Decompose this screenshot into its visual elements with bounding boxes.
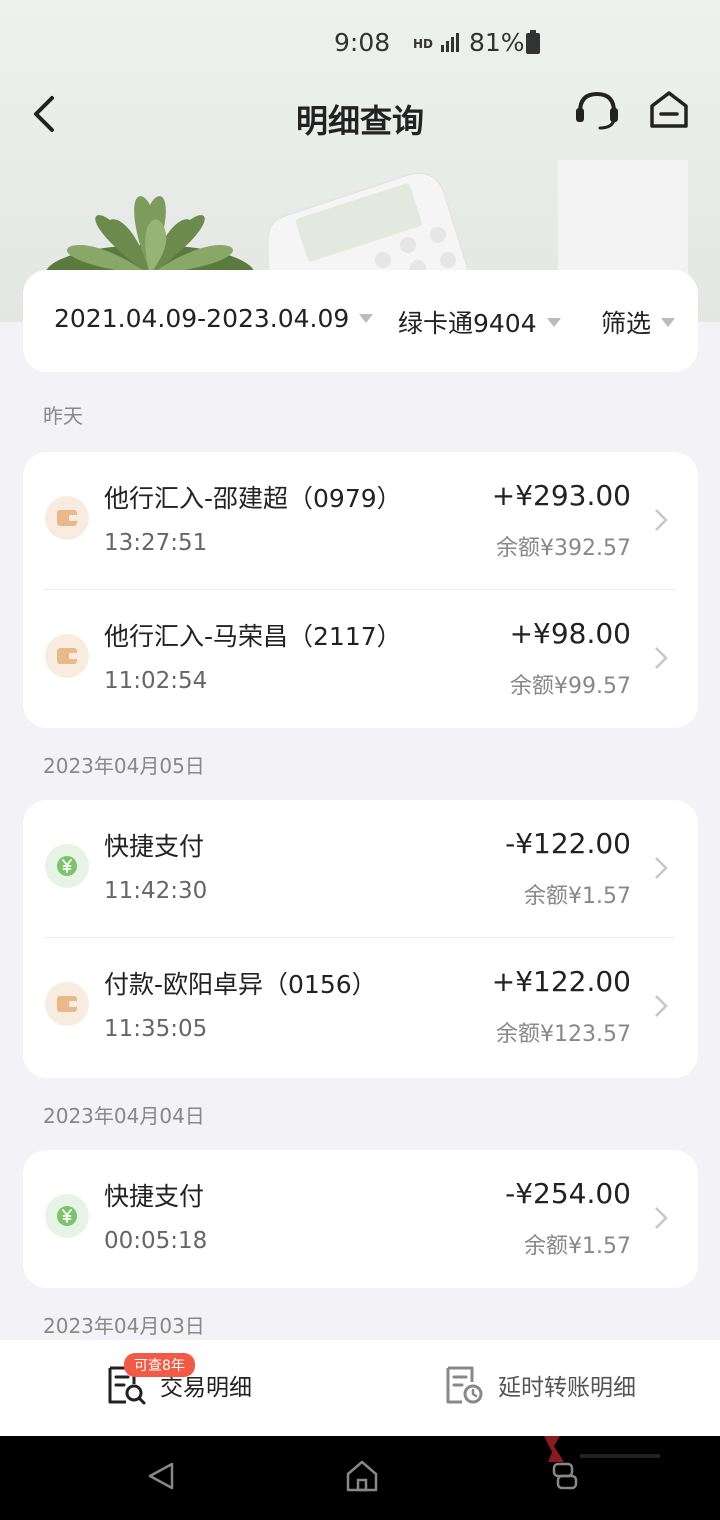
transaction-amount: +¥293.00 (491, 479, 631, 512)
wallet-icon (45, 634, 89, 678)
section-date-label: 2023年04月04日 (43, 1104, 205, 1128)
transaction-title: 他行汇入-马荣昌（2117） (104, 622, 402, 651)
wallet-icon (45, 982, 89, 1026)
transaction-row[interactable]: 他行汇入-马荣昌（2117） 11:02:54 +¥98.00 余额¥99.57 (23, 590, 698, 728)
status-bar: 9:08 HD 81% (0, 0, 720, 86)
bottom-tab-bar: 交易明细 可查8年 延时转账明细 (0, 1340, 720, 1436)
transaction-title: 快捷支付 (104, 832, 205, 861)
transaction-group: 他行汇入-邵建超（0979） 13:27:51 +¥293.00 余额¥392.… (23, 452, 698, 728)
transaction-group: 快捷支付 11:42:30 -¥122.00 余额¥1.57 付款-欧阳卓异（0… (23, 800, 698, 1078)
signal-icon (441, 33, 459, 52)
dropdown-arrow-icon (546, 317, 561, 327)
chevron-right-icon (655, 1207, 668, 1229)
filter-dropdown[interactable]: 筛选 (601, 304, 676, 340)
watermark-logo (544, 1436, 660, 1462)
yuan-icon (45, 844, 89, 888)
date-range-value: 2021.04.09-2023.04.09 (54, 304, 350, 333)
date-range-dropdown[interactable]: 2021.04.09-2023.04.09 (54, 304, 374, 333)
transaction-title: 付款-欧阳卓异（0156） (104, 970, 377, 999)
chevron-right-icon (655, 995, 668, 1017)
back-triangle-icon[interactable] (144, 1458, 180, 1494)
transaction-amount: -¥254.00 (505, 1177, 631, 1210)
plant-image (45, 196, 255, 285)
transaction-amount: +¥122.00 (491, 965, 631, 998)
chevron-right-icon (655, 509, 668, 531)
transaction-time: 11:02:54 (104, 668, 208, 694)
transaction-balance: 余额¥1.57 (524, 1234, 631, 1259)
home-icon[interactable] (646, 88, 692, 132)
transaction-title: 快捷支付 (104, 1182, 205, 1211)
transaction-row[interactable]: 快捷支付 00:05:18 -¥254.00 余额¥1.57 (23, 1150, 698, 1288)
battery-percent: 81% (469, 28, 525, 57)
transaction-group: 快捷支付 00:05:18 -¥254.00 余额¥1.57 (23, 1150, 698, 1288)
transaction-time: 11:42:30 (104, 878, 208, 904)
transaction-time: 11:35:05 (104, 1016, 208, 1042)
wallet-icon (45, 496, 89, 540)
filter-label: 筛选 (601, 309, 652, 338)
chevron-right-icon (655, 647, 668, 669)
receipt-clock-icon (446, 1366, 483, 1404)
transaction-row[interactable]: 他行汇入-邵建超（0979） 13:27:51 +¥293.00 余额¥392.… (23, 452, 698, 590)
transaction-balance: 余额¥1.57 (524, 884, 631, 909)
filter-bar: 2021.04.09-2023.04.09 绿卡通9404 筛选 (23, 270, 698, 372)
headset-icon[interactable] (574, 88, 620, 132)
dropdown-arrow-icon (661, 317, 676, 327)
account-value: 绿卡通9404 (398, 309, 537, 338)
transaction-time: 13:27:51 (104, 530, 208, 556)
section-date-label: 昨天 (43, 404, 83, 428)
transaction-balance: 余额¥99.57 (510, 674, 631, 699)
tab-delayed-label: 延时转账明细 (498, 1375, 636, 1401)
history-badge: 可查8年 (124, 1353, 195, 1377)
network-type: HD (413, 37, 434, 51)
transaction-row[interactable]: 付款-欧阳卓异（0156） 11:35:05 +¥122.00 余额¥123.5… (23, 938, 698, 1076)
transaction-title: 他行汇入-邵建超（0979） (104, 484, 402, 513)
transaction-time: 00:05:18 (104, 1228, 208, 1254)
status-time: 9:08 (334, 28, 391, 57)
dropdown-arrow-icon (359, 314, 374, 323)
transaction-balance: 余额¥392.57 (496, 536, 631, 561)
transaction-balance: 余额¥123.57 (496, 1022, 631, 1047)
battery-icon (526, 30, 540, 54)
yuan-icon (45, 1194, 89, 1238)
chevron-right-icon (655, 857, 668, 879)
transaction-amount: +¥98.00 (509, 617, 631, 650)
tab-delayed-transfers[interactable]: 延时转账明细 (444, 1364, 636, 1406)
transaction-row[interactable]: 快捷支付 11:42:30 -¥122.00 余额¥1.57 (23, 800, 698, 938)
section-date-label: 2023年04月03日 (43, 1314, 205, 1338)
section-date-label: 2023年04月05日 (43, 754, 205, 778)
account-dropdown[interactable]: 绿卡通9404 (398, 304, 561, 340)
home-outline-icon[interactable] (344, 1458, 380, 1494)
transaction-amount: -¥122.00 (505, 827, 631, 860)
